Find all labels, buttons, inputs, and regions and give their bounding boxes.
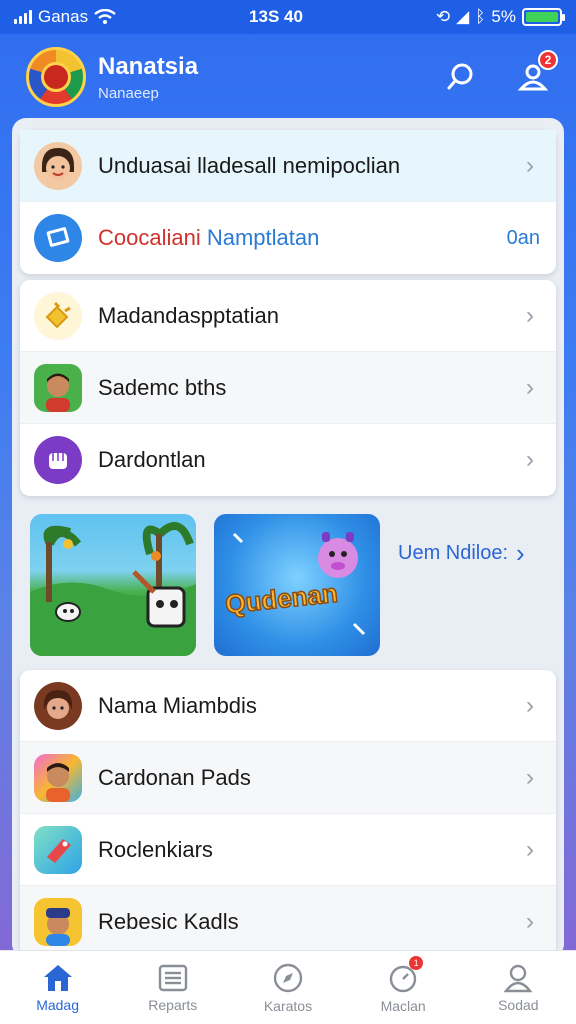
list-item[interactable]: Rebesic Kadls › xyxy=(20,886,556,958)
nav-badge: 1 xyxy=(409,955,424,970)
carrier-label: Ganas xyxy=(38,7,89,26)
list-group-2: Madandaspptatian › Sademc bths › Dardont… xyxy=(20,280,556,496)
list-item[interactable]: Cardonan Pads › xyxy=(20,742,556,814)
home-icon xyxy=(43,964,72,991)
user-icon xyxy=(503,964,533,992)
games-section: Qudenan Uem Ndiloe: › xyxy=(12,514,564,662)
nav-reports[interactable]: Reparts xyxy=(123,963,223,1013)
avatar-hat-icon xyxy=(34,898,82,946)
nav-label: Maclan xyxy=(380,997,426,1014)
list-item[interactable]: Coocaliani Namptlatan 0an xyxy=(20,202,556,274)
search-icon xyxy=(447,63,473,90)
battery-icon xyxy=(522,8,565,26)
avatar-boy-icon xyxy=(34,753,82,802)
chevron-right-icon: › xyxy=(526,763,534,791)
sync-icon: ⟲ xyxy=(435,7,451,26)
chevron-right-icon: › xyxy=(526,835,534,863)
status-time: 13S 40 xyxy=(249,7,303,26)
nav-home[interactable]: Madag xyxy=(8,963,108,1013)
list-item-label: Nama Miambdis xyxy=(98,692,257,718)
app-logo xyxy=(26,47,86,107)
game-tile-qudenan[interactable]: Qudenan xyxy=(214,514,380,656)
list-item-label-blue: Namptlatan xyxy=(206,225,320,250)
nav-label: Sodad xyxy=(498,996,539,1013)
cell-signal-icon: ◢ xyxy=(456,7,470,26)
nav-profile[interactable]: Sodad xyxy=(468,963,568,1013)
list-item[interactable]: Unduasai lladesall nemipoclian › xyxy=(20,130,556,202)
nav-label: Reparts xyxy=(148,996,198,1013)
nav-activity[interactable]: 1 Maclan xyxy=(353,955,453,1014)
notification-badge: 2 xyxy=(538,50,558,70)
nav-explore[interactable]: Karatos xyxy=(238,962,338,1014)
see-more-label: Uem Ndiloe: xyxy=(398,542,509,564)
list-item[interactable]: Roclenkiars › xyxy=(20,814,556,886)
list-item-value: 0an xyxy=(506,226,540,249)
app-title: Nanatsia xyxy=(98,52,199,80)
game-tile-jungle[interactable] xyxy=(30,514,196,656)
chevron-right-icon: › xyxy=(526,151,534,179)
signal-icon xyxy=(14,10,32,24)
chevron-right-icon: › xyxy=(526,301,534,329)
list-item-label: Cardonan Pads xyxy=(98,764,251,790)
list-item-label: Dardontlan xyxy=(98,447,206,472)
avatar-woman-dark-icon xyxy=(34,681,82,730)
list-item-label: Roclenkiars xyxy=(98,836,213,862)
list-item[interactable]: Dardontlan › xyxy=(20,424,556,496)
nav-label: Karatos xyxy=(263,997,313,1014)
main-content: Unduasai lladesall nemipoclian › Coocali… xyxy=(12,118,564,958)
list-group-3: Nama Miambdis › Cardonan Pads › Roclenki… xyxy=(20,670,556,958)
search-button[interactable] xyxy=(444,60,478,94)
battery-percent: 5% xyxy=(491,7,516,26)
tag-icon xyxy=(34,825,82,874)
see-more-link[interactable]: Uem Ndiloe: › xyxy=(398,538,525,569)
list-group-1: Unduasai lladesall nemipoclian › Coocali… xyxy=(20,130,556,274)
status-bar: Ganas 13S 40 ⟲ ◢ ᛒ 5% xyxy=(0,0,576,34)
app-header: Nanatsia Nanaeep 2 xyxy=(0,34,576,120)
bluetooth-icon: ᛒ xyxy=(475,7,486,26)
list-item[interactable]: Madandaspptatian › xyxy=(20,280,556,352)
chevron-right-icon: › xyxy=(516,538,525,568)
nav-label: Madag xyxy=(36,996,79,1013)
wifi-icon xyxy=(94,9,116,24)
chevron-right-icon: › xyxy=(526,446,534,473)
avatar-woman-icon xyxy=(34,141,82,190)
fist-icon xyxy=(34,436,82,484)
chevron-right-icon: › xyxy=(526,691,534,719)
list-icon xyxy=(158,964,187,991)
list-item-label: Unduasai lladesall nemipoclian xyxy=(98,152,401,178)
list-item-label: Madandaspptatian xyxy=(98,302,280,328)
app-subtitle: Nanaeep xyxy=(98,84,159,102)
avatar-man-icon xyxy=(34,363,82,412)
compass-icon xyxy=(273,963,303,992)
list-item-label-red: Coocaliani xyxy=(98,225,201,250)
list-item-label: Sademc bths xyxy=(98,374,227,400)
chevron-right-icon: › xyxy=(526,908,534,935)
book-icon xyxy=(34,214,82,262)
list-item[interactable]: Sademc bths › xyxy=(20,352,556,424)
chevron-right-icon: › xyxy=(526,373,534,401)
list-item-label: Rebesic Kadls xyxy=(98,909,239,934)
profile-button[interactable]: 2 xyxy=(516,50,558,94)
list-item[interactable]: Nama Miambdis › xyxy=(20,670,556,742)
game-tile-title: Qudenan xyxy=(224,578,339,620)
bottom-nav: Madag Reparts Karatos 1 Maclan Sodad xyxy=(0,950,576,1024)
plug-icon xyxy=(34,291,82,340)
